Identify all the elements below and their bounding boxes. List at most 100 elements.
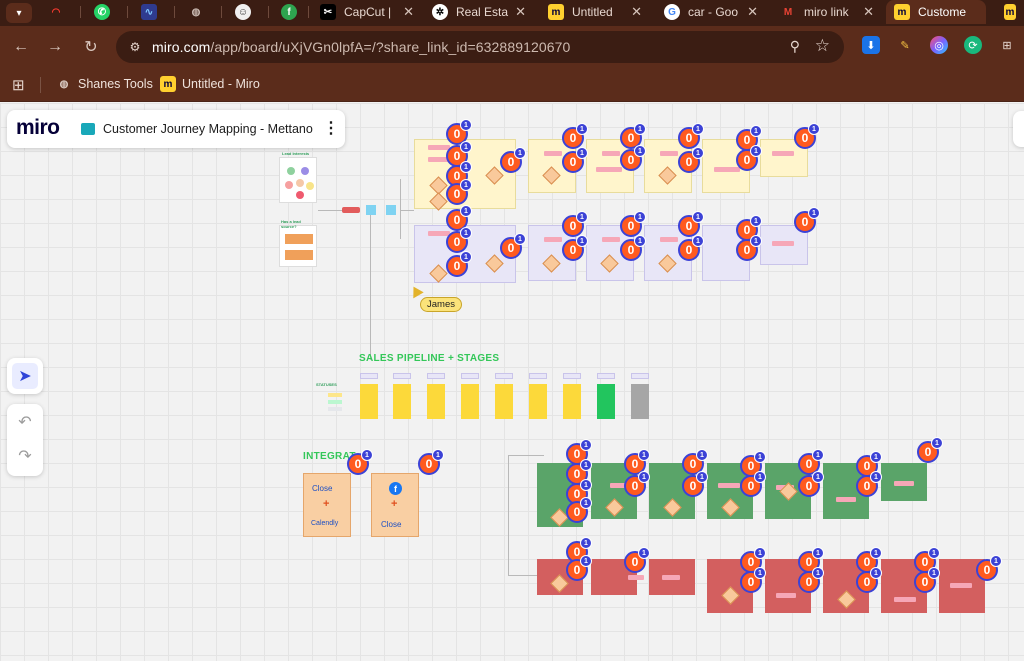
comment-badge[interactable]: 01 (798, 567, 824, 593)
lead-interests-card[interactable]: Lead Interests (279, 151, 317, 203)
tab-google[interactable]: G car - Goo ✕ (656, 0, 764, 24)
comment-badge[interactable]: 01 (500, 147, 526, 173)
tab-1[interactable]: ◠ (40, 0, 74, 24)
board-title[interactable]: Customer Journey Mapping - Mettano (103, 122, 313, 136)
bookmark-shanes-tools[interactable]: ◍ Shanes Tools (56, 76, 153, 92)
comment-badge[interactable]: 01 (347, 449, 373, 475)
comment-badge[interactable]: 01 (624, 471, 650, 497)
comment-badge[interactable]: 01 (682, 471, 708, 497)
download-icon[interactable]: ⬇ (862, 36, 880, 54)
stage-card[interactable] (461, 384, 479, 419)
integration-card-close-calendly[interactable]: Close + Calendly (303, 473, 351, 537)
stage-card[interactable] (393, 384, 411, 419)
comment-count: 1 (361, 449, 373, 461)
comment-badge[interactable]: 01 (678, 211, 704, 237)
comment-badge[interactable]: 01 (562, 235, 588, 261)
comment-badge[interactable]: 01 (678, 235, 704, 261)
comment-badge[interactable]: 01 (500, 233, 526, 259)
stage-card[interactable] (563, 384, 581, 419)
extensions-icon[interactable]: ⊞ (998, 36, 1016, 54)
comment-badge[interactable]: 01 (678, 147, 704, 173)
red-arc-icon: ◠ (51, 6, 61, 18)
comment-badge[interactable]: 01 (914, 567, 940, 593)
comment-badge[interactable]: 01 (976, 555, 1002, 581)
reload-button[interactable]: ↻ (80, 36, 102, 58)
tab-customer-journey[interactable]: m Custome (886, 0, 986, 24)
tab-capcut[interactable]: ✂ CapCut | ✕ (312, 0, 420, 24)
right-panel-edge[interactable] (1013, 111, 1024, 147)
comment-badge[interactable]: 01 (446, 251, 472, 277)
comment-badge[interactable]: 01 (740, 567, 766, 593)
back-button[interactable]: ← (10, 36, 32, 58)
tab-gmail[interactable]: M miro link ✕ (772, 0, 880, 24)
comment-badge[interactable]: 01 (740, 471, 766, 497)
stage-card[interactable] (631, 384, 649, 419)
comment-badge[interactable]: 01 (446, 179, 472, 205)
comment-count: 1 (460, 119, 472, 131)
url-text[interactable]: miro.com/app/board/uXjVGn0lpfA=/?share_l… (152, 39, 570, 55)
comment-badge[interactable]: 01 (736, 145, 762, 171)
redo-icon[interactable]: ↷ (7, 446, 43, 466)
pen-icon[interactable]: ✎ (896, 36, 914, 54)
close-icon[interactable]: ✕ (515, 4, 526, 20)
comment-badge-value: 0 (453, 235, 461, 249)
stage-card[interactable] (495, 384, 513, 419)
stage-card[interactable] (597, 384, 615, 419)
more-options-icon[interactable]: ⋮ (323, 118, 339, 138)
comment-badge[interactable]: 01 (620, 235, 646, 261)
comment-badge[interactable]: 01 (794, 123, 820, 149)
tab-real-estate[interactable]: ✲ Real Esta ✕ (424, 0, 532, 24)
comment-badge[interactable]: 01 (566, 497, 592, 523)
address-bar[interactable]: ⚙ miro.com/app/board/uXjVGn0lpfA=/?share… (116, 31, 844, 63)
comment-badge[interactable]: 01 (917, 437, 943, 463)
close-icon[interactable]: ✕ (631, 4, 642, 20)
forward-button[interactable]: → (44, 36, 66, 58)
comment-badge[interactable]: 01 (678, 123, 704, 149)
tab-4[interactable]: ◍ (180, 0, 214, 24)
comment-badge[interactable]: 01 (624, 547, 650, 573)
undo-icon[interactable]: ↶ (7, 412, 43, 432)
comment-badge[interactable]: 01 (798, 471, 824, 497)
tab-untitled[interactable]: m Untitled ✕ (540, 0, 648, 24)
tab-6[interactable]: f (273, 0, 307, 24)
tab-5[interactable]: ☺ (227, 0, 261, 24)
close-icon[interactable]: ✕ (863, 4, 874, 20)
site-settings-icon[interactable]: ⚙ (126, 38, 144, 56)
zoom-icon[interactable]: ⚲ (790, 38, 800, 55)
comment-badge[interactable]: 01 (562, 211, 588, 237)
select-cursor-icon[interactable]: ➤ (12, 363, 38, 389)
comment-badge[interactable]: 01 (736, 235, 762, 261)
tab-3[interactable]: ∿ (133, 0, 167, 24)
close-icon[interactable]: ✕ (403, 4, 414, 20)
comment-count: 1 (580, 497, 592, 509)
color-extension-icon[interactable]: ◎ (930, 36, 948, 54)
comment-badge[interactable]: 01 (856, 567, 882, 593)
apps-icon[interactable]: ⊞ (12, 76, 25, 94)
collaborator-name-tag: James (420, 297, 462, 312)
comment-badge[interactable]: 01 (566, 555, 592, 581)
comment-badge[interactable]: 01 (794, 207, 820, 233)
comment-badge-value: 0 (685, 155, 693, 169)
comment-badge[interactable]: 01 (620, 145, 646, 171)
comment-badge[interactable]: 01 (446, 227, 472, 253)
bookmark-untitled-miro[interactable]: m Untitled - Miro (160, 76, 260, 92)
miro-board-canvas[interactable]: Lead Interests Has a lead source? James … (0, 103, 1024, 661)
tab-13[interactable]: m (996, 0, 1024, 24)
close-icon[interactable]: ✕ (747, 4, 758, 20)
bookmark-star-icon[interactable]: ☆ (815, 36, 830, 56)
stage-card[interactable] (360, 384, 378, 419)
comment-badge[interactable]: 01 (856, 471, 882, 497)
comment-badge[interactable]: 01 (562, 123, 588, 149)
lead-source-card[interactable]: Has a lead source? (279, 219, 317, 267)
stage-card[interactable] (529, 384, 547, 419)
stage-card[interactable] (427, 384, 445, 419)
miro-logo[interactable]: miro (16, 116, 60, 140)
integration-card-facebook-close[interactable]: f + Close (371, 473, 419, 537)
tab-search-button[interactable]: ▾ (6, 3, 32, 23)
grammarly-icon[interactable]: ⟳ (964, 36, 982, 54)
comment-badge[interactable]: 01 (418, 449, 444, 475)
sales-pipeline-heading: SALES PIPELINE + STAGES (359, 353, 500, 364)
tab-2[interactable]: ✆ (86, 0, 120, 24)
comment-badge[interactable]: 01 (562, 147, 588, 173)
comment-badge[interactable]: 01 (620, 211, 646, 237)
